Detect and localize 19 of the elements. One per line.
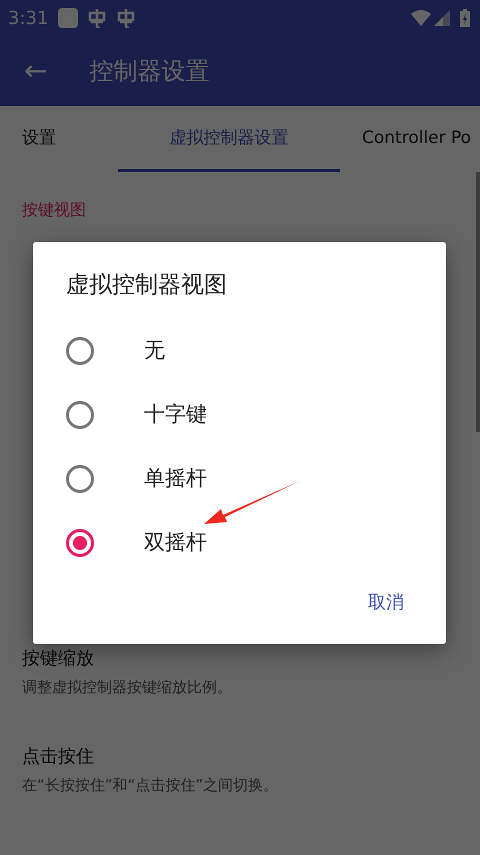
notification-icon: [58, 8, 78, 28]
setting-description: 调整虚拟控制器按键缩放比例。: [22, 677, 233, 698]
dialog-title: 虚拟控制器视图: [66, 271, 227, 300]
radio-icon[interactable]: [66, 528, 94, 556]
radio-icon[interactable]: [66, 336, 94, 364]
setting-title: 点击按住: [22, 745, 95, 769]
battery-icon: [460, 9, 470, 27]
section-header: 按键视图: [22, 200, 86, 219]
app-title: 控制器设置: [89, 56, 210, 87]
setting-title: 按键缩放: [22, 647, 95, 671]
radio-option[interactable]: 无: [66, 318, 406, 382]
radio-icon[interactable]: [66, 400, 94, 428]
cancel-button[interactable]: 取消: [364, 583, 408, 622]
wifi-icon: [411, 10, 431, 26]
radio-icon[interactable]: [66, 464, 94, 492]
radio-option[interactable]: 十字键: [66, 382, 406, 446]
signal-icon: [434, 10, 450, 26]
setting-description: 在“长按按住”和“点击按住”之间切换。: [22, 775, 280, 796]
status-time: 3:31: [8, 6, 48, 30]
